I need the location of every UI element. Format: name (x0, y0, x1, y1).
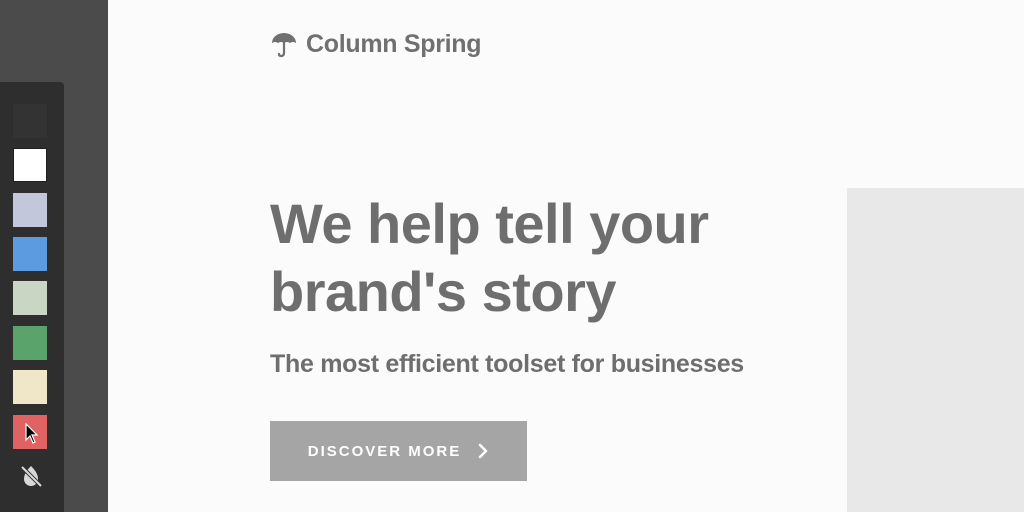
swatch-cream[interactable] (13, 370, 47, 404)
swatch-sage[interactable] (13, 281, 47, 315)
swatch-dark[interactable] (13, 104, 47, 138)
brand-name: Column Spring (306, 29, 482, 58)
swatch-lavender[interactable] (13, 193, 47, 227)
hero-subtitle: The most efficient toolset for businesse… (270, 350, 744, 378)
swatch-white[interactable] (13, 148, 47, 182)
no-color-icon[interactable] (17, 462, 45, 490)
umbrella-icon (270, 30, 298, 58)
swatch-blue[interactable] (13, 237, 47, 271)
hero-image-placeholder (847, 188, 1024, 512)
discover-more-button[interactable]: DISCOVER MORE (270, 421, 527, 481)
color-palette-panel (0, 82, 64, 512)
swatch-red[interactable] (13, 415, 47, 449)
hero-title: We help tell your brand's story (270, 192, 709, 323)
chevron-right-icon (477, 443, 489, 459)
brand-logo[interactable]: Column Spring (270, 28, 482, 60)
website-preview: Column Spring We help tell your brand's … (108, 0, 1024, 512)
swatch-green[interactable] (13, 326, 47, 360)
discover-more-label: DISCOVER MORE (307, 442, 462, 460)
